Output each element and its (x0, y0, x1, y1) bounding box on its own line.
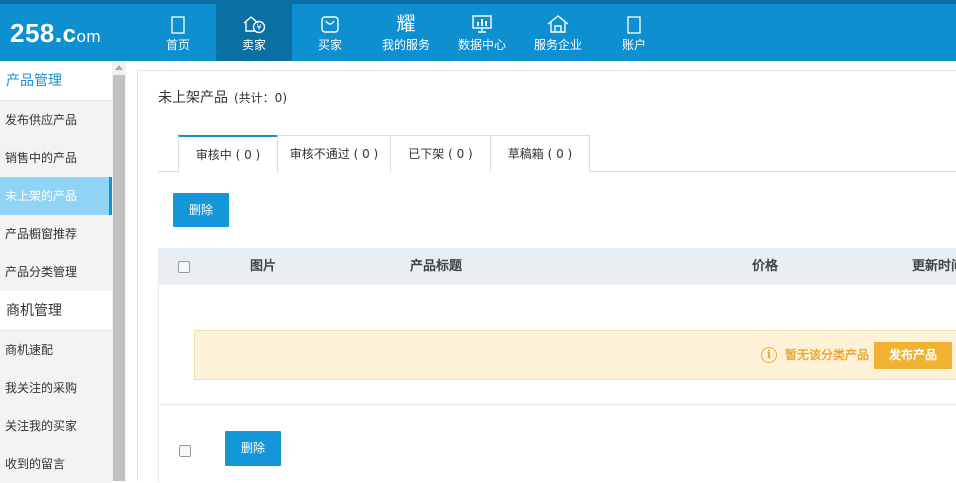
tab-rejected[interactable]: 审核不通过 ( 0 ) (277, 135, 391, 172)
site-logo[interactable]: 258.com (10, 18, 101, 49)
publish-product-button[interactable]: 发布产品 (874, 342, 952, 369)
nav-data-center[interactable]: 数据中心 (444, 4, 520, 61)
sidebar-item-on-sale[interactable]: 销售中的产品 (0, 139, 112, 177)
account-icon (627, 4, 641, 34)
delete-button-bottom[interactable]: 删除 (225, 431, 281, 466)
main-content: 未上架产品 (共计：0) 审核中 ( 0 ) 审核不通过 ( 0 ) 已下架 ( … (137, 70, 956, 482)
nav-my-service[interactable]: 耀 我的服务 (368, 4, 444, 61)
nav-enterprise-label: 服务企业 (533, 38, 582, 52)
info-icon: i (761, 346, 777, 363)
table-header: 图片 产品标题 价格 更新时间 (158, 248, 956, 285)
sidebar-item-messages[interactable]: 收到的留言 (0, 445, 112, 483)
empty-notice: i 暂无该分类产品 发布产品 (194, 330, 956, 380)
buyer-icon (320, 4, 340, 34)
main-nav: 首页 ¥ 卖家 买家 耀 我的服务 数据中心 服务企业 账户 (140, 4, 672, 61)
sidebar-item-category-management[interactable]: 产品分类管理 (0, 253, 112, 291)
nav-seller[interactable]: ¥ 卖家 (216, 4, 292, 61)
sidebar-section-opportunity-management[interactable]: 商机管理 (0, 291, 112, 331)
empty-message: i 暂无该分类产品 (761, 346, 869, 363)
tab-under-review[interactable]: 审核中 ( 0 ) (178, 135, 278, 173)
delete-button-top[interactable]: 删除 (173, 193, 229, 227)
tab-drafts[interactable]: 草稿箱 ( 0 ) (490, 135, 590, 172)
sidebar-item-quick-match[interactable]: 商机速配 (0, 331, 112, 369)
logo-om: om (76, 27, 102, 46)
home-icon (171, 4, 185, 34)
sidebar: 产品管理 发布供应产品 销售中的产品 未上架的产品 产品橱窗推荐 产品分类管理 … (0, 61, 112, 483)
sidebar-item-unlisted[interactable]: 未上架的产品 (0, 177, 112, 215)
scrollbar-thumb[interactable] (113, 75, 125, 481)
logo-text: 258. (10, 18, 63, 48)
data-center-icon (471, 4, 493, 34)
column-update-time: 更新时间 (912, 259, 956, 274)
page-title-text: 未上架产品 (158, 90, 228, 106)
nav-my-service-label: 我的服务 (381, 38, 430, 52)
svg-text:¥: ¥ (256, 23, 261, 32)
sidebar-item-followers[interactable]: 关注我的买家 (0, 407, 112, 445)
sidebar-item-showcase[interactable]: 产品橱窗推荐 (0, 215, 112, 253)
nav-seller-label: 卖家 (241, 38, 266, 52)
column-price: 价格 (752, 259, 779, 274)
sidebar-scrollbar[interactable] (112, 61, 126, 481)
empty-text: 暂无该分类产品 (785, 348, 870, 362)
seller-icon: ¥ (240, 4, 268, 34)
select-all-checkbox-bottom[interactable] (179, 445, 191, 457)
column-product-title: 产品标题 (410, 259, 463, 274)
tab-delisted[interactable]: 已下架 ( 0 ) (390, 135, 491, 172)
column-image: 图片 (250, 259, 277, 274)
top-bar: 258.com 首页 ¥ 卖家 买家 耀 我的服务 数据中心 服务企业 账户 (0, 0, 956, 61)
service-icon: 耀 (395, 4, 417, 34)
product-count: (共计：0) (234, 91, 287, 105)
select-all-checkbox[interactable] (178, 261, 190, 273)
scroll-up-icon[interactable] (115, 65, 123, 70)
page-title: 未上架产品 (共计：0) (158, 87, 287, 107)
nav-home-label: 首页 (165, 38, 190, 52)
enterprise-icon (546, 4, 570, 34)
logo-c: c (62, 21, 77, 48)
nav-home[interactable]: 首页 (140, 4, 216, 61)
nav-account-label: 账户 (621, 38, 646, 52)
nav-enterprise[interactable]: 服务企业 (520, 4, 596, 61)
sidebar-section-product-management[interactable]: 产品管理 (0, 61, 112, 101)
status-tabs: 审核中 ( 0 ) 审核不通过 ( 0 ) 已下架 ( 0 ) 草稿箱 ( 0 … (158, 135, 956, 173)
table-footer: 删除 (158, 405, 956, 482)
nav-account[interactable]: 账户 (596, 4, 672, 61)
nav-buyer-label: 买家 (317, 38, 342, 52)
sidebar-item-followed-purchases[interactable]: 我关注的采购 (0, 369, 112, 407)
sidebar-item-publish-supply[interactable]: 发布供应产品 (0, 101, 112, 139)
nav-buyer[interactable]: 买家 (292, 4, 368, 61)
svg-text:耀: 耀 (396, 13, 415, 34)
nav-data-center-label: 数据中心 (457, 38, 506, 52)
